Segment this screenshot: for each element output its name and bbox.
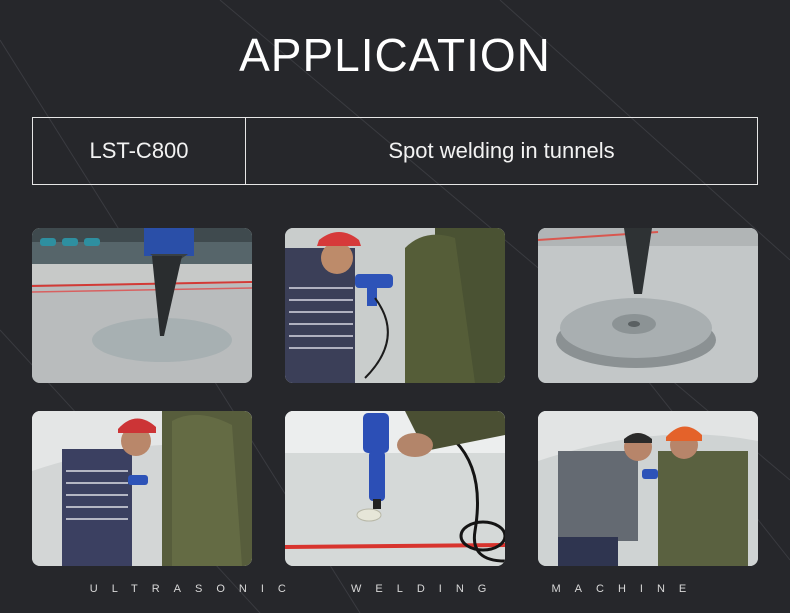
footer-tagline: ULTRASONIC WELDING MACHINE xyxy=(89,583,701,595)
application-cell: Spot welding in tunnels xyxy=(388,138,615,163)
photo-welded-disc-closeup xyxy=(538,228,758,383)
model-cell: LST-C800 xyxy=(33,118,246,184)
photo-welder-tip-closeup xyxy=(32,228,252,383)
page-title: APPLICATION xyxy=(239,29,551,81)
photo-worker-red-helmet-welding xyxy=(285,228,505,383)
photo-grid xyxy=(32,228,759,566)
photo-blue-welder-on-membrane xyxy=(285,411,505,566)
photo-worker-orange-helmet xyxy=(538,411,758,566)
info-table: LST-C800 Spot welding in tunnels xyxy=(32,117,758,185)
photo-two-workers-tunnel xyxy=(32,411,252,566)
